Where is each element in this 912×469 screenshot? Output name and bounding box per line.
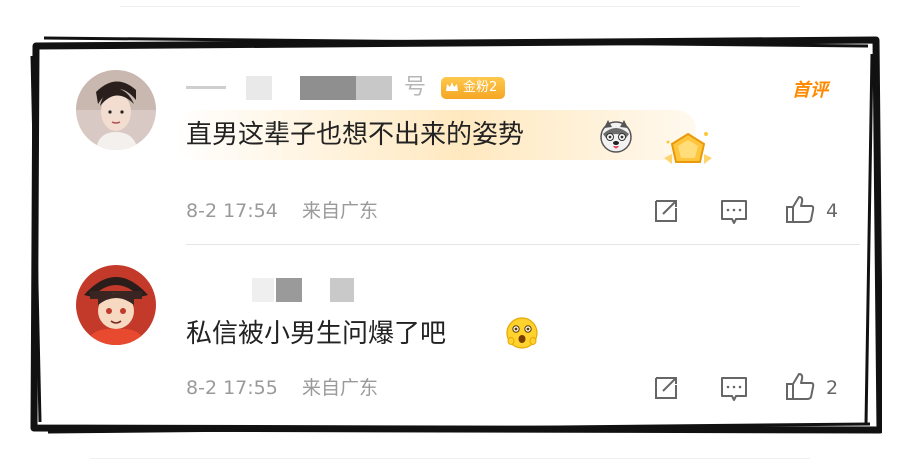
- like-count: 4: [826, 200, 839, 222]
- crown-icon: [446, 82, 458, 91]
- fan-level-badge[interactable]: 金粉2: [441, 77, 506, 99]
- comment-location: 来自广东: [302, 377, 379, 399]
- avatar[interactable]: [76, 70, 156, 150]
- background-line: [90, 458, 810, 459]
- comment-location: 来自广东: [302, 200, 379, 222]
- like-thumb-icon[interactable]: [784, 193, 816, 225]
- avatar-anime-character-icon: [76, 265, 156, 345]
- share-icon[interactable]: [650, 372, 682, 404]
- comment-divider: [186, 244, 860, 245]
- shocked-face-emoji-icon: [506, 317, 538, 349]
- background-line: [120, 6, 800, 7]
- avatar[interactable]: [76, 265, 156, 345]
- comment-text: 直男这辈子也想不出来的姿势: [186, 120, 525, 150]
- username-obscured[interactable]: 号: [186, 76, 436, 100]
- first-comment-tag: 首评: [792, 80, 828, 101]
- share-icon[interactable]: [650, 195, 682, 227]
- husky-dog-emoji-icon: [600, 120, 632, 153]
- comment-card: [46, 54, 864, 414]
- gold-medal-icon: [664, 132, 712, 164]
- like-count: 2: [826, 377, 839, 399]
- username-visible-part: 号: [404, 75, 427, 100]
- comment-text: 私信被小男生问爆了吧: [186, 319, 447, 349]
- reply-icon[interactable]: [718, 372, 750, 404]
- comment-time: 8-2 17:55: [186, 377, 278, 399]
- reply-icon[interactable]: [718, 195, 750, 227]
- username-obscured[interactable]: [246, 278, 356, 302]
- avatar-portrait-icon: [76, 70, 156, 150]
- like-thumb-icon[interactable]: [784, 370, 816, 402]
- fan-level-label: 金粉2: [463, 80, 498, 95]
- comment-time: 8-2 17:54: [186, 200, 278, 222]
